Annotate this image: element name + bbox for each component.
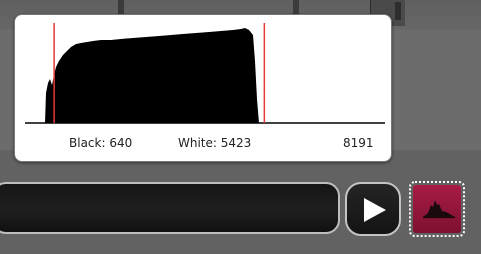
histogram-chart	[25, 23, 385, 124]
play-button[interactable]	[345, 182, 401, 236]
histogram-button-face	[413, 185, 461, 233]
timeline-track[interactable]	[0, 182, 340, 234]
histogram-popup: Black: 640 White: 5423 8191	[14, 14, 392, 162]
max-value-label: 8191	[343, 136, 374, 150]
play-icon	[364, 198, 386, 222]
black-level-label: Black: 640	[69, 136, 133, 150]
histogram-labels: Black: 640 White: 5423 8191	[15, 133, 393, 153]
white-level-label: White: 5423	[178, 136, 252, 150]
histogram-shape	[45, 28, 259, 123]
histogram-icon	[423, 200, 455, 219]
histogram-toggle-button[interactable]	[409, 181, 465, 237]
